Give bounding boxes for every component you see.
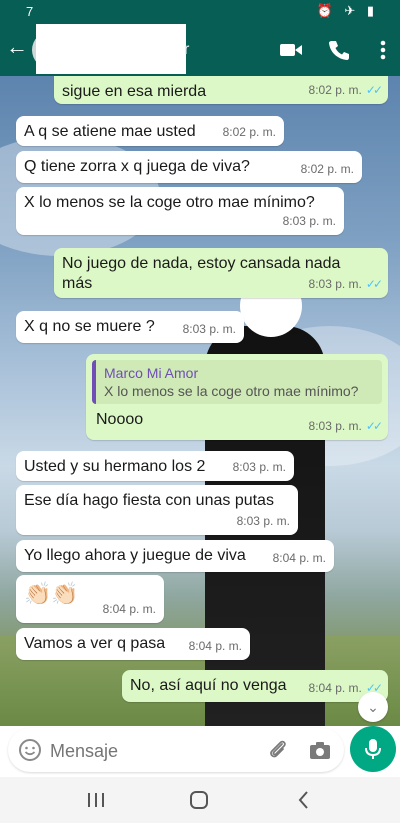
message-time: 8:04 p. m. [272,551,326,565]
message-input-bar [8,728,344,772]
message-time: 8:03 p. m. [182,322,236,336]
more-menu-icon[interactable] [370,38,396,62]
message-time: 8:03 p. m. [308,277,362,291]
back-arrow-icon[interactable]: ← [6,36,28,58]
scroll-to-bottom-button[interactable]: ⌄ [358,692,388,722]
message-text: Ese día hago fiesta con unas putas [24,492,274,509]
message-bubble-outgoing[interactable]: No juego de nada, estoy cansada nada más… [54,248,388,298]
message-text: A q se atiene mae usted [24,123,196,140]
phone-icon[interactable] [326,38,352,62]
message-time: 8:04 p. m. [188,639,242,653]
message-bubble-incoming[interactable]: Ese día hago fiesta con unas putas 8:03 … [16,485,298,535]
message-text: No, así aquí no venga [130,677,287,694]
read-ticks-icon: ✓✓ [365,277,383,291]
message-bubble-incoming[interactable]: X lo menos se la coge otro mae mínimo? 8… [16,187,344,235]
message-meta: 8:02 p. m. ✓✓ [308,80,384,100]
message-text: sigue en esa mierda [62,83,207,100]
message-time: 8:02 p. m. [308,83,362,97]
message-time: 8:02 p. m. [300,162,354,176]
message-input[interactable] [48,736,232,766]
status-icons: ⏰ ✈ ▮ [316,3,378,18]
quoted-text: X lo menos se la coge otro mae mínimo? [104,383,359,399]
mic-icon [365,739,381,759]
message-text: Q tiene zorra x q juega de viva? [24,158,250,175]
message-bubble-incoming[interactable]: Q tiene zorra x q juega de viva? 8:02 p.… [16,151,362,183]
message-time: 8:02 p. m. [222,125,276,139]
message-bubble-reply-outgoing[interactable]: Marco Mi Amor X lo menos se la coge otro… [86,354,388,440]
message-meta: 8:03 p. m. ✓✓ [308,274,384,294]
message-text: Usted y su hermano los 2 [24,458,206,475]
system-nav-bar [0,777,400,823]
message-text: Noooo [96,411,144,428]
chevron-double-down-icon: ⌄ [367,699,379,715]
message-bubble-incoming[interactable]: A q se atiene mae usted 8:02 p. m. [16,116,284,146]
message-time: 8:03 p. m. [236,514,290,528]
message-bubble-incoming[interactable]: X q no se muere ? 8:03 p. m. [16,311,244,343]
recent-apps-icon[interactable] [84,789,108,811]
emoji-icon[interactable] [18,738,42,762]
message-bubble-incoming[interactable]: 👏🏻👏🏻 8:04 p. m. [16,575,164,623]
message-bubble-incoming[interactable]: Vamos a ver q pasa 8:04 p. m. [16,628,250,660]
quoted-sender: Marco Mi Amor [104,365,199,381]
home-icon[interactable] [187,789,211,811]
contact-name[interactable]: r [184,41,189,59]
status-bar: 7 ⏰ ✈ ▮ [0,0,400,24]
message-text: X q no se muere ? [24,318,155,335]
message-text: Vamos a ver q pasa [24,635,166,652]
message-text: Yo llego ahora y juegue de viva [24,547,246,564]
back-icon[interactable] [292,789,316,811]
message-time: 8:03 p. m. [232,460,286,474]
message-time: 8:03 p. m. [282,214,336,228]
read-ticks-icon: ✓✓ [365,419,383,433]
mic-button[interactable] [350,726,396,772]
camera-icon[interactable] [308,738,332,762]
message-meta: 8:03 p. m. ✓✓ [308,416,384,436]
message-time: 8:03 p. m. [308,419,362,433]
message-text: X lo menos se la coge otro mae mínimo? [24,194,315,211]
attach-icon[interactable] [266,738,290,762]
read-ticks-icon: ✓✓ [365,83,383,97]
message-bubble-outgoing[interactable]: No, así aquí no venga 8:04 p. m. ✓✓ [122,670,388,702]
message-emoji: 👏🏻👏🏻 [24,581,79,606]
message-time: 8:04 p. m. [308,681,362,695]
status-time: 7 [26,4,34,19]
message-time: 8:04 p. m. [102,602,156,616]
message-bubble-outgoing[interactable]: sigue en esa mierda 8:02 p. m. ✓✓ [54,76,388,104]
contact-name-redaction [36,24,186,74]
message-bubble-incoming[interactable]: Yo llego ahora y juegue de viva 8:04 p. … [16,540,334,572]
message-bubble-incoming[interactable]: Usted y su hermano los 2 8:03 p. m. [16,451,294,481]
chat-header: ← r [0,24,400,76]
video-call-icon[interactable] [278,38,304,62]
quoted-message[interactable]: Marco Mi Amor X lo menos se la coge otro… [92,360,382,404]
